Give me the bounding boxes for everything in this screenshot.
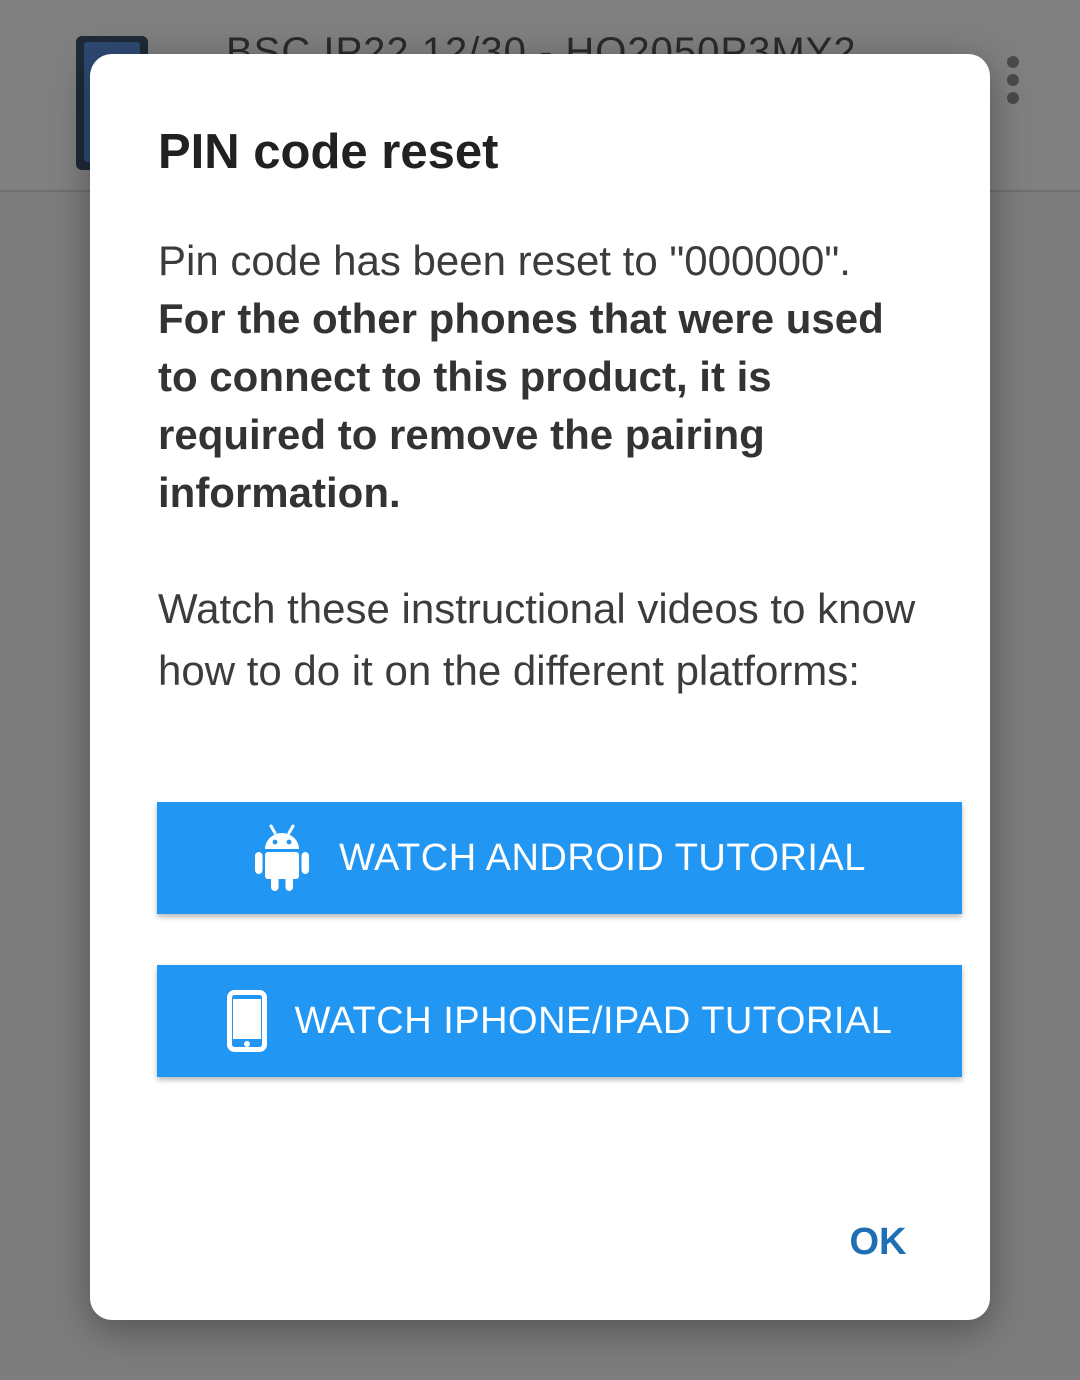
pin-reset-dialog: PIN code reset Pin code has been reset t… — [90, 54, 990, 1320]
dialog-message: Pin code has been reset to "000000". For… — [158, 232, 918, 702]
reset-message: Pin code has been reset to "000000". For… — [158, 232, 918, 522]
ok-button[interactable]: OK — [830, 1214, 926, 1270]
watch-android-tutorial-button[interactable]: WATCH ANDROID TUTORIAL — [157, 802, 962, 914]
reset-confirmation-text: Pin code has been reset to "000000". — [158, 237, 851, 284]
pairing-warning-text: For the other phones that were used to c… — [158, 295, 884, 516]
watch-iphone-ipad-tutorial-label: WATCH IPHONE/IPAD TUTORIAL — [294, 999, 893, 1042]
phone-icon — [226, 990, 267, 1052]
overflow-menu-icon[interactable] — [1000, 56, 1026, 108]
instructions-text: Watch these instructional videos to know… — [158, 585, 916, 694]
android-icon — [253, 823, 311, 893]
watch-iphone-ipad-tutorial-button[interactable]: WATCH IPHONE/IPAD TUTORIAL — [157, 965, 962, 1077]
watch-android-tutorial-label: WATCH ANDROID TUTORIAL — [339, 836, 866, 879]
screen: BSC IP22 12/30 - HQ2050P3MY2 PIN code re… — [0, 0, 1080, 1380]
dialog-title: PIN code reset — [158, 125, 499, 179]
